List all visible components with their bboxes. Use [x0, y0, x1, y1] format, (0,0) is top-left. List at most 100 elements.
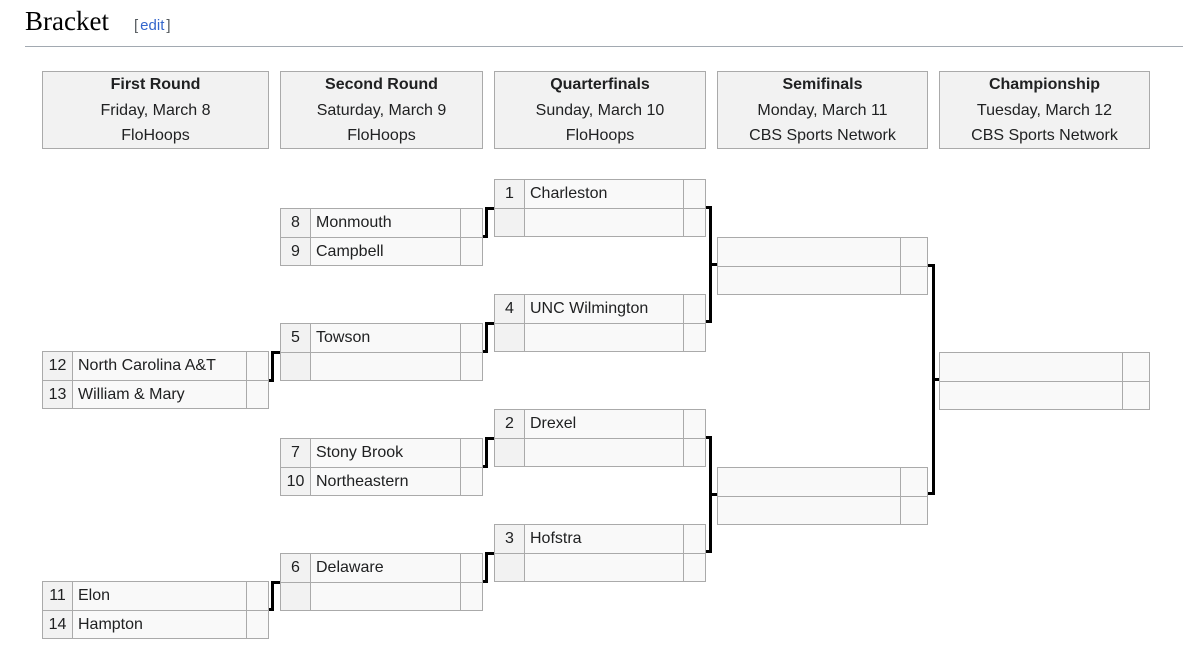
- team-name: [525, 208, 684, 236]
- team-name: William & Mary: [73, 380, 247, 408]
- seed: [495, 208, 525, 236]
- second-round-match-3: 7 Stony Brook 10 Northeastern: [280, 438, 483, 496]
- connector-line: [485, 437, 494, 440]
- team-name: Monmouth: [311, 209, 461, 237]
- connector-line: [485, 322, 494, 325]
- team-name: [311, 582, 461, 610]
- team-name: [718, 266, 901, 294]
- score: [684, 295, 706, 323]
- team-name: Towson: [311, 324, 461, 352]
- quarterfinal-match-4: 3 Hofstra: [494, 524, 706, 582]
- team-row: [495, 438, 706, 467]
- score: [247, 610, 269, 638]
- first-round-match-2: 11 Elon 14 Hampton: [42, 581, 269, 639]
- team-row: [495, 208, 706, 237]
- connector-line: [928, 492, 934, 495]
- connector-line: [485, 552, 488, 583]
- round-date: Sunday, March 10: [535, 102, 665, 119]
- score: [901, 468, 928, 496]
- team-name: Drexel: [525, 410, 684, 438]
- round-header-quarterfinals: Quarterfinals Sunday, March 10 FloHoops: [494, 71, 706, 149]
- score: [461, 209, 483, 237]
- connector-line: [271, 581, 280, 584]
- score: [461, 554, 483, 582]
- connector-line: [485, 207, 488, 238]
- team-row: 4 UNC Wilmington: [495, 295, 706, 324]
- team-name: [718, 468, 901, 496]
- team-name: Stony Brook: [311, 439, 461, 467]
- quarterfinal-match-1: 1 Charleston: [494, 179, 706, 237]
- round-date: Tuesday, March 12: [976, 102, 1113, 119]
- seed: [495, 553, 525, 581]
- team-row: [495, 323, 706, 352]
- seed: 12: [43, 352, 73, 380]
- seed: 4: [495, 295, 525, 323]
- team-name: Northeastern: [311, 467, 461, 495]
- semifinal-match-1: [717, 237, 928, 295]
- team-name: UNC Wilmington: [525, 295, 684, 323]
- team-name: Campbell: [311, 237, 461, 265]
- seed: [495, 438, 525, 466]
- team-row: 9 Campbell: [281, 237, 483, 266]
- score: [901, 238, 928, 266]
- seed: 14: [43, 610, 73, 638]
- team-name: North Carolina A&T: [73, 352, 247, 380]
- connector-line: [934, 378, 939, 381]
- team-row: 8 Monmouth: [281, 209, 483, 238]
- seed: [495, 323, 525, 351]
- team-name: [940, 381, 1123, 409]
- connector-line: [706, 320, 712, 323]
- score: [461, 582, 483, 610]
- connector-line: [485, 322, 488, 353]
- championship-match: [939, 352, 1150, 410]
- team-name: [940, 353, 1123, 381]
- team-name: [525, 323, 684, 351]
- team-name: [525, 438, 684, 466]
- score: [1123, 353, 1150, 381]
- second-round-match-2: 5 Towson: [280, 323, 483, 381]
- team-row: [718, 496, 928, 525]
- round-title: First Round: [110, 76, 201, 93]
- round-header-first-round: First Round Friday, March 8 FloHoops: [42, 71, 269, 149]
- team-row: 14 Hampton: [43, 610, 269, 639]
- score: [684, 438, 706, 466]
- score: [461, 467, 483, 495]
- score: [461, 324, 483, 352]
- seed: 5: [281, 324, 311, 352]
- team-row: [281, 582, 483, 611]
- team-row: 10 Northeastern: [281, 467, 483, 496]
- connector-line: [711, 493, 717, 496]
- round-date: Saturday, March 9: [316, 102, 447, 119]
- seed: [281, 582, 311, 610]
- score: [684, 208, 706, 236]
- round-header-semifinals: Semifinals Monday, March 11 CBS Sports N…: [717, 71, 928, 149]
- connector-line: [271, 351, 280, 354]
- team-row: 2 Drexel: [495, 410, 706, 439]
- team-name: Hofstra: [525, 525, 684, 553]
- edit-link[interactable]: edit: [138, 17, 166, 34]
- team-name: [311, 352, 461, 380]
- score: [684, 180, 706, 208]
- team-row: [495, 553, 706, 582]
- round-header-championship: Championship Tuesday, March 12 CBS Sport…: [939, 71, 1150, 149]
- round-date: Monday, March 11: [757, 102, 888, 119]
- team-row: 12 North Carolina A&T: [43, 352, 269, 381]
- round-title: Championship: [988, 76, 1101, 93]
- edit-bracket-close: ]: [166, 17, 171, 34]
- team-row: 11 Elon: [43, 582, 269, 611]
- round-date: Friday, March 8: [100, 102, 211, 119]
- round-title: Quarterfinals: [550, 76, 650, 93]
- team-row: 13 William & Mary: [43, 380, 269, 409]
- quarterfinal-match-3: 2 Drexel: [494, 409, 706, 467]
- team-row: 1 Charleston: [495, 180, 706, 209]
- team-row: [940, 381, 1150, 410]
- score: [247, 380, 269, 408]
- round-network: FloHoops: [347, 127, 416, 144]
- team-row: [718, 468, 928, 497]
- team-row: 3 Hofstra: [495, 525, 706, 554]
- connector-line: [711, 263, 717, 266]
- seed: 3: [495, 525, 525, 553]
- round-network: FloHoops: [121, 127, 190, 144]
- score: [684, 410, 706, 438]
- seed: [281, 352, 311, 380]
